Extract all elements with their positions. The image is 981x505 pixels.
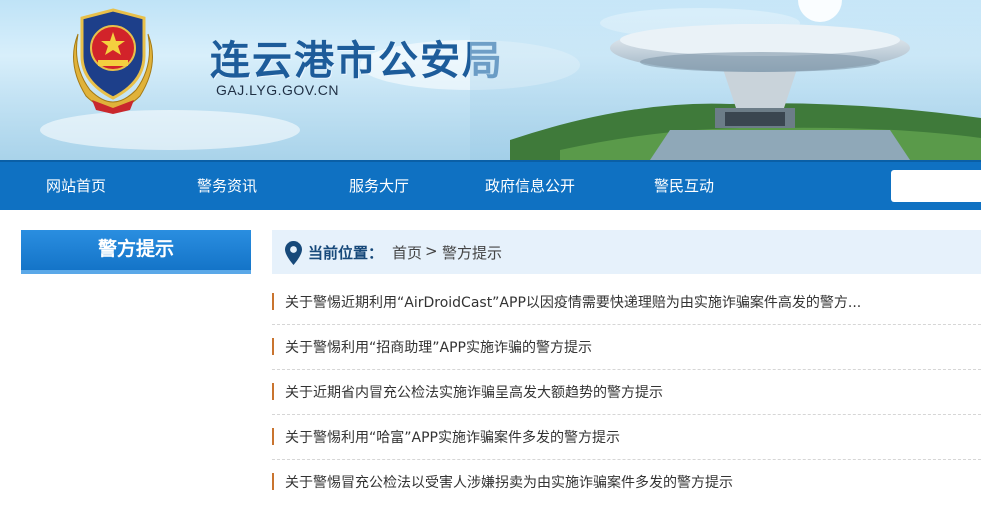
list-item: 关于警惕冒充公检法以受害人涉嫌拐卖为由实施诈骗案件多发的警方提示: [272, 460, 981, 505]
breadcrumb-home[interactable]: 首页: [392, 242, 422, 263]
breadcrumb-label: 当前位置：: [308, 244, 384, 262]
article-link[interactable]: 关于警惕冒充公检法以受害人涉嫌拐卖为由实施诈骗案件多发的警方提示: [285, 472, 733, 492]
site-domain: GAJ.LYG.GOV.CN: [216, 82, 339, 98]
police-emblem-icon: [73, 8, 153, 114]
nav-item-services[interactable]: 服务大厅: [349, 162, 409, 210]
list-item: 关于近期省内冒充公检法实施诈骗呈高发大额趋势的警方提示: [272, 370, 981, 415]
nav-item-gov-info[interactable]: 政府信息公开: [485, 162, 575, 210]
breadcrumb-separator: >: [425, 242, 438, 260]
list-marker: [272, 473, 274, 490]
main-nav: 网站首页 警务资讯 服务大厅 政府信息公开 警民互动: [0, 160, 981, 210]
site-title: 连云港市公安局: [210, 37, 504, 84]
breadcrumb-current: 警方提示: [442, 244, 503, 262]
article-link[interactable]: 关于警惕利用“招商助理”APP实施诈骗的警方提示: [285, 337, 592, 357]
search-input[interactable]: [891, 170, 981, 202]
list-item: 关于警惕利用“招商助理”APP实施诈骗的警方提示: [272, 325, 981, 370]
article-link[interactable]: 关于近期省内冒充公检法实施诈骗呈高发大额趋势的警方提示: [285, 382, 663, 402]
nav-item-home[interactable]: 网站首页: [46, 162, 106, 210]
list-marker: [272, 293, 274, 310]
article-list: 关于警惕近期利用“AirDroidCast”APP以因疫情需要快递理赔为由实施诈…: [272, 280, 981, 505]
article-link[interactable]: 关于警惕利用“哈富”APP实施诈骗案件多发的警方提示: [285, 427, 620, 447]
breadcrumb: 当前位置： 首页 > 警方提示: [272, 230, 981, 274]
landmark-building-illustration: [470, 0, 981, 160]
header-banner: 连云港市公安局 GAJ.LYG.GOV.CN: [0, 0, 981, 160]
list-marker: [272, 383, 274, 400]
list-item: 关于警惕近期利用“AirDroidCast”APP以因疫情需要快递理赔为由实施诈…: [272, 280, 981, 325]
cloud-shape: [40, 110, 300, 150]
sidebar-title: 警方提示: [21, 230, 251, 274]
article-link[interactable]: 关于警惕近期利用“AirDroidCast”APP以因疫情需要快递理赔为由实施诈…: [285, 292, 861, 312]
list-marker: [272, 338, 274, 355]
list-item: 关于警惕利用“哈富”APP实施诈骗案件多发的警方提示: [272, 415, 981, 460]
nav-item-interaction[interactable]: 警民互动: [654, 162, 714, 210]
list-marker: [272, 428, 274, 445]
nav-item-news[interactable]: 警务资讯: [197, 162, 257, 210]
location-pin-icon: [285, 241, 302, 265]
